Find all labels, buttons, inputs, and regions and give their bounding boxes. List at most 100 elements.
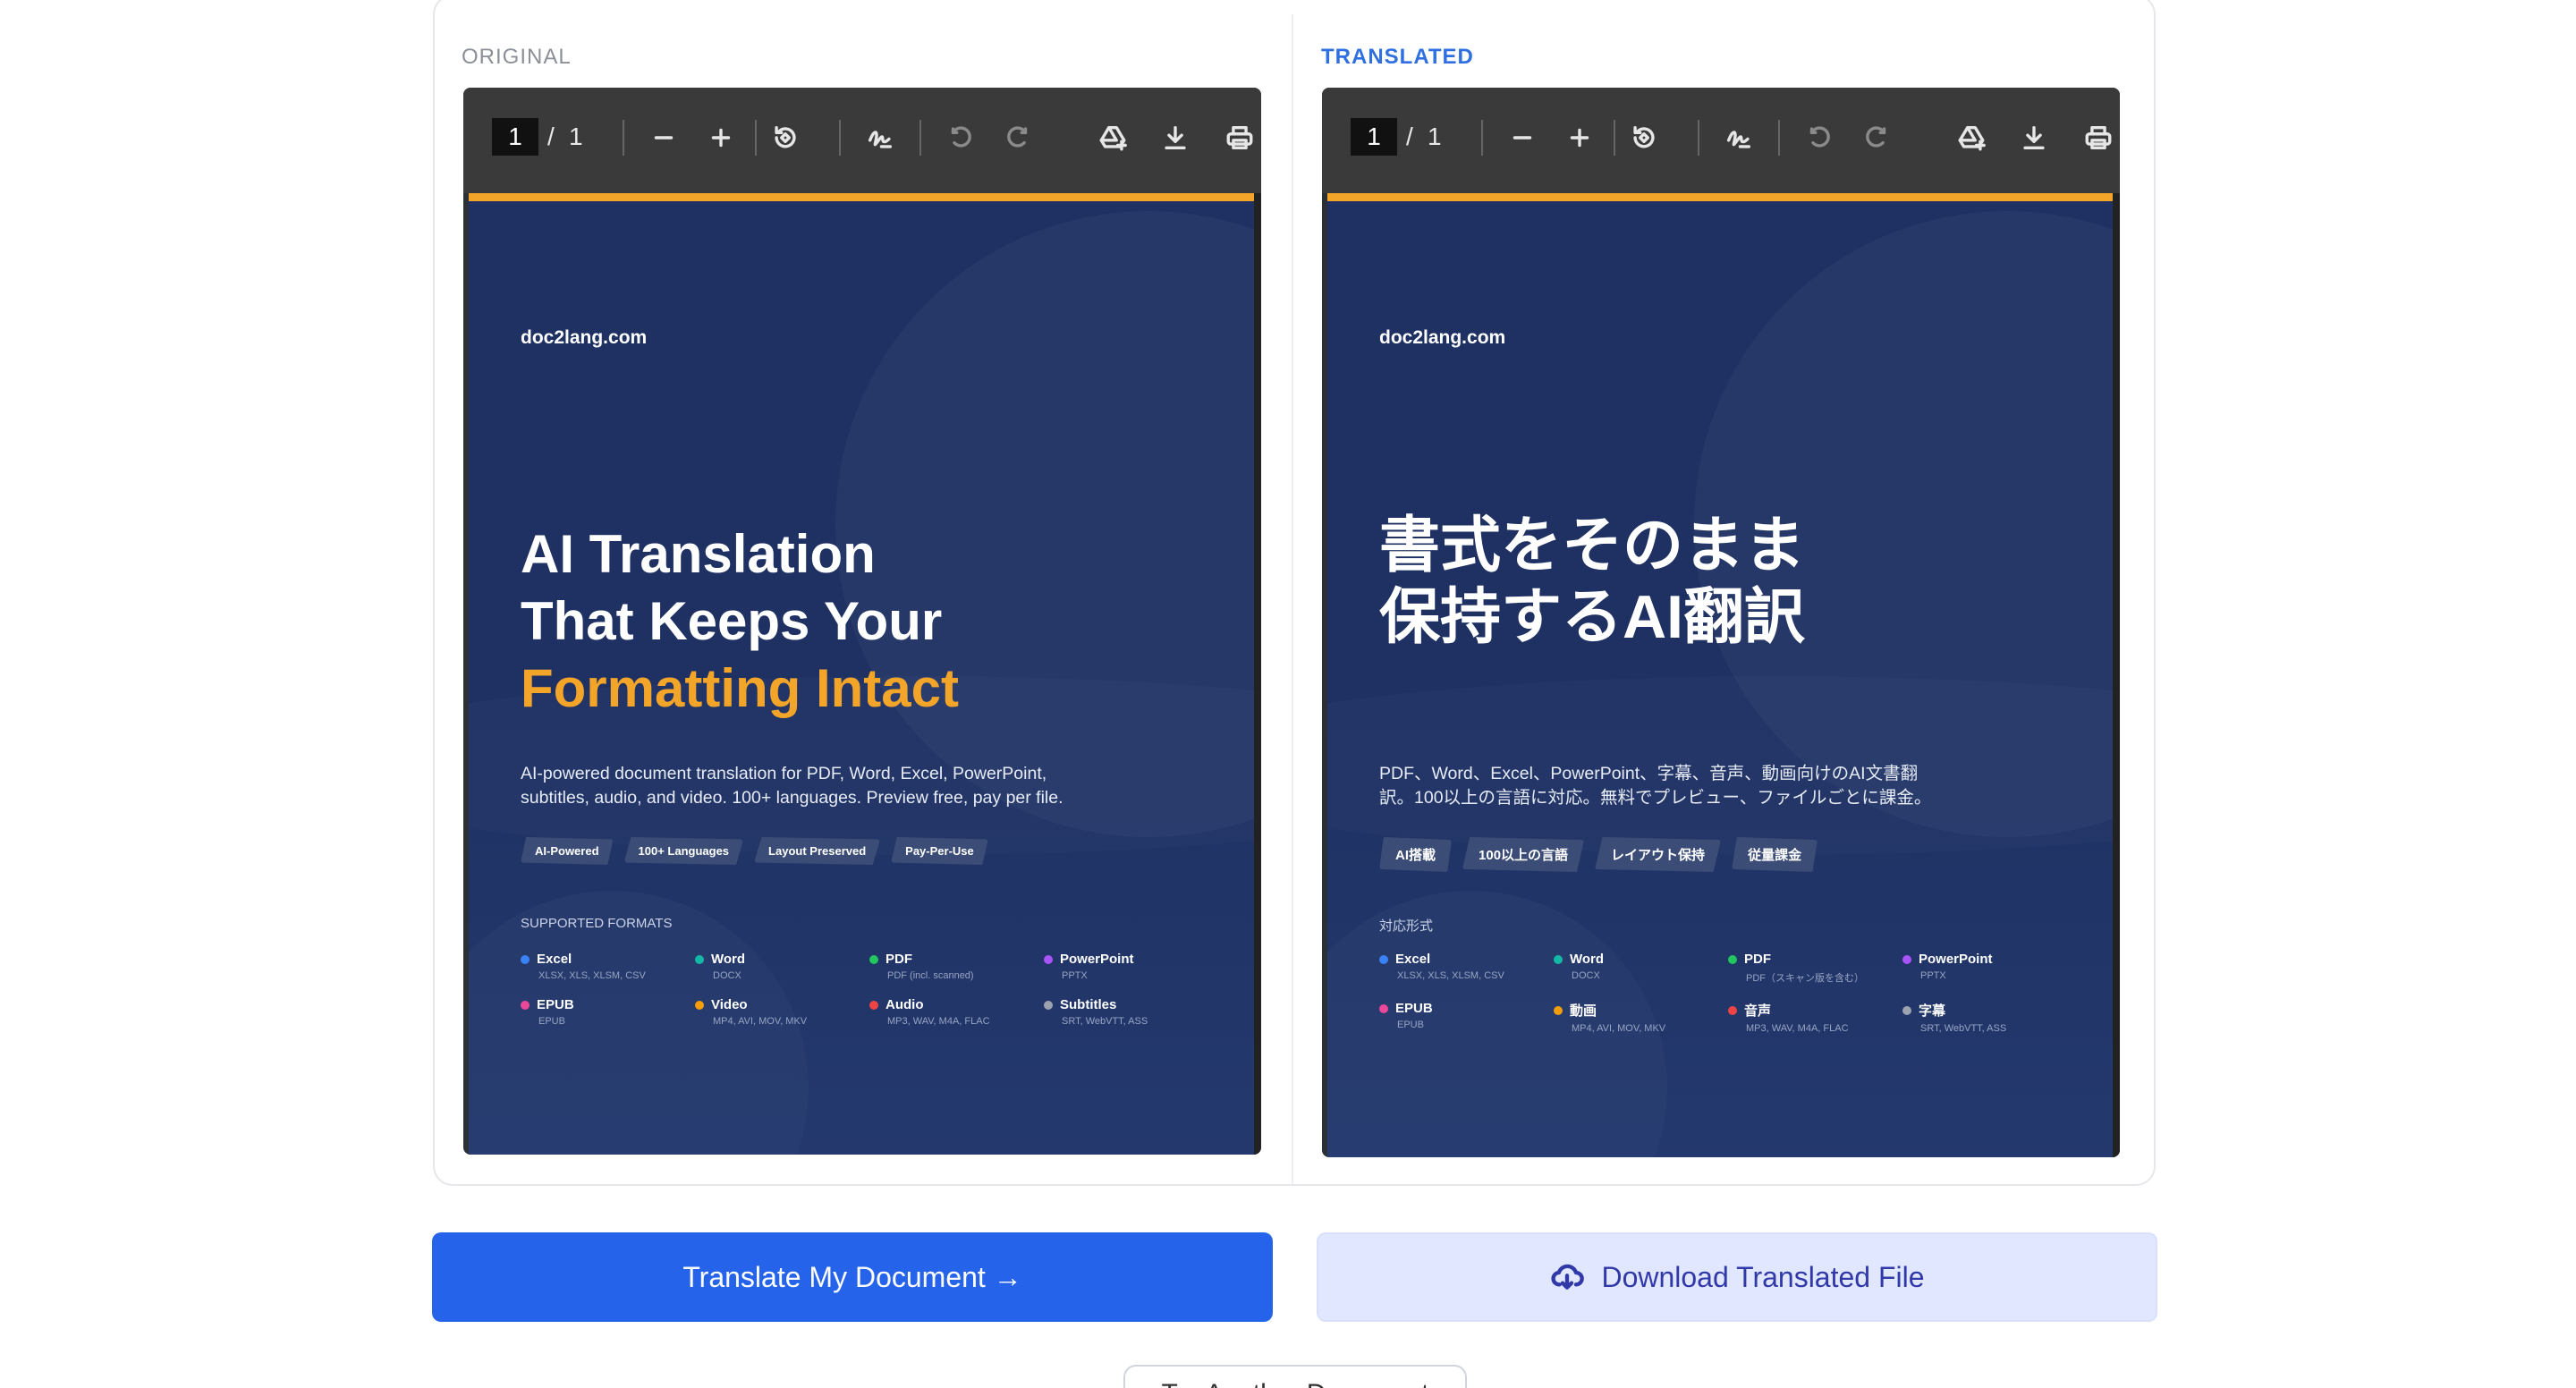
translated-pdf-viewer: 1 / 1 doc2lang.com 書式をそのまま 保持するAI翻訳 PDF、…: [1322, 88, 2120, 1157]
format-item: PDF PDF (incl. scanned): [869, 952, 1044, 981]
page-separator: /: [547, 123, 555, 150]
draw-button[interactable]: [1719, 118, 1758, 157]
scrollbar[interactable]: [1254, 193, 1261, 1155]
headline-line2: That Keeps Your: [521, 591, 943, 651]
format-label: 音声: [1744, 1003, 1772, 1019]
format-label: PDF: [1744, 952, 1771, 967]
format-extensions: SRT, WebVTT, ASS: [1062, 1016, 1148, 1027]
format-name: 動画: [1554, 1001, 1728, 1020]
format-dot: [1902, 954, 1911, 964]
drive-add-icon: [1099, 125, 1127, 151]
format-item: Excel XLSX, XLS, XLSM, CSV: [1379, 952, 1554, 985]
save-to-drive-button[interactable]: [1093, 118, 1132, 157]
try-another-button[interactable]: Try Another Document: [1123, 1365, 1467, 1388]
format-name: Word: [695, 952, 869, 967]
download-button[interactable]: [2014, 118, 2054, 157]
zoom-out-button[interactable]: [1503, 118, 1542, 157]
rotate-button[interactable]: [766, 118, 805, 157]
print-button[interactable]: [1220, 118, 1259, 157]
page-number-input[interactable]: 1: [1351, 118, 1397, 156]
signature-icon: [1726, 131, 1751, 148]
headline-accent: Formatting Intact: [521, 658, 959, 718]
formats-grid: Excel XLSX, XLS, XLSM, CSV Word DOCX PDF PDF（…: [1379, 952, 2077, 1034]
undo-button[interactable]: [941, 118, 980, 157]
format-name: EPUB: [1379, 1001, 1554, 1016]
scrollbar[interactable]: [2113, 193, 2120, 1157]
format-extensions: PPTX: [1920, 970, 1946, 981]
format-extensions: DOCX: [1572, 970, 1600, 981]
headline: 書式をそのまま 保持するAI翻訳: [1379, 510, 1805, 653]
print-button[interactable]: [2079, 118, 2118, 157]
format-name: Word: [1554, 952, 1728, 967]
feature-chip: Pay-Per-Use: [891, 837, 988, 865]
headline-line1: AI Translation: [521, 524, 876, 584]
format-dot: [1728, 954, 1737, 964]
format-dot: [869, 1000, 878, 1010]
format-name: PDF: [1728, 952, 1902, 967]
format-item: EPUB EPUB: [1379, 1001, 1554, 1034]
toolbar-divider: [1698, 120, 1699, 156]
translate-document-button[interactable]: Translate My Document →: [432, 1232, 1273, 1322]
rotate-icon: [775, 125, 796, 148]
format-name: Excel: [521, 952, 695, 967]
formats-title: SUPPORTED FORMATS: [521, 916, 673, 931]
format-item: 動画 MP4, AVI, MOV, MKV: [1554, 1001, 1728, 1034]
format-extensions: XLSX, XLS, XLSM, CSV: [538, 970, 646, 981]
format-dot: [1044, 954, 1053, 964]
format-item: Word DOCX: [695, 952, 869, 981]
zoom-out-button[interactable]: [644, 118, 683, 157]
redo-button[interactable]: [1857, 118, 1896, 157]
format-dot: [521, 1000, 530, 1010]
download-button[interactable]: [1156, 118, 1195, 157]
format-label: Audio: [886, 997, 924, 1012]
format-extensions: MP4, AVI, MOV, MKV: [713, 1016, 808, 1027]
rotate-icon: [1633, 125, 1655, 148]
description: AI-powered document translation for PDF,…: [521, 764, 1063, 808]
zoom-in-button[interactable]: [701, 118, 741, 157]
pdf-toolbar: 1 / 1: [463, 88, 1261, 193]
format-dot: [1902, 1005, 1911, 1015]
format-name: PDF: [869, 952, 1044, 967]
formats-title: 対応形式: [1379, 918, 1434, 934]
feature-chips: AI搭載 100以上の言語 レイアウト保持 従量課金: [1379, 837, 1818, 872]
format-item: Word DOCX: [1554, 952, 1728, 985]
save-to-drive-button[interactable]: [1952, 118, 1991, 157]
page-number-input[interactable]: 1: [492, 118, 538, 156]
redo-button[interactable]: [998, 118, 1038, 157]
format-label: PowerPoint: [1060, 952, 1134, 967]
feature-chip: 100以上の言語: [1462, 837, 1585, 872]
cloud-download-icon: [1551, 1264, 1585, 1290]
format-label: 字幕: [1919, 1003, 1946, 1019]
print-icon: [2085, 125, 2112, 150]
toolbar-divider: [1481, 120, 1483, 156]
download-translated-button[interactable]: Download Translated File: [1317, 1232, 2157, 1322]
pdf-toolbar: 1 / 1: [1322, 88, 2120, 193]
format-label: Video: [711, 997, 748, 1012]
toolbar-divider: [623, 120, 624, 156]
format-label: Excel: [537, 952, 572, 967]
format-extensions: DOCX: [713, 970, 741, 981]
draw-button[interactable]: [860, 118, 900, 157]
undo-button[interactable]: [1800, 118, 1839, 157]
format-name: Audio: [869, 997, 1044, 1012]
format-dot: [1379, 1003, 1388, 1013]
plus-icon: [1570, 128, 1589, 148]
format-item: PowerPoint PPTX: [1902, 952, 2077, 985]
feature-chip: 100+ Languages: [623, 837, 744, 865]
format-extensions: PDF (incl. scanned): [887, 970, 974, 981]
rotate-button[interactable]: [1624, 118, 1664, 157]
format-extensions: MP3, WAV, M4A, FLAC: [887, 1016, 990, 1027]
original-document-page: doc2lang.com AI Translation That Keeps Y…: [469, 193, 1254, 1155]
headline: AI Translation That Keeps Your Formattin…: [521, 520, 959, 722]
undo-icon: [1809, 126, 1830, 148]
format-item: Audio MP3, WAV, M4A, FLAC: [869, 997, 1044, 1027]
zoom-in-button[interactable]: [1560, 118, 1599, 157]
undo-icon: [951, 126, 971, 148]
pane-divider: [1292, 14, 1293, 1184]
format-label: 動画: [1570, 1003, 1597, 1019]
feature-chip: レイアウト保持: [1595, 837, 1722, 872]
formats-grid: Excel XLSX, XLS, XLSM, CSV Word DOCX PDF PDF …: [521, 952, 1218, 1027]
toolbar-divider: [1778, 120, 1780, 156]
format-dot: [1044, 1000, 1053, 1010]
download-icon: [2023, 125, 2045, 150]
